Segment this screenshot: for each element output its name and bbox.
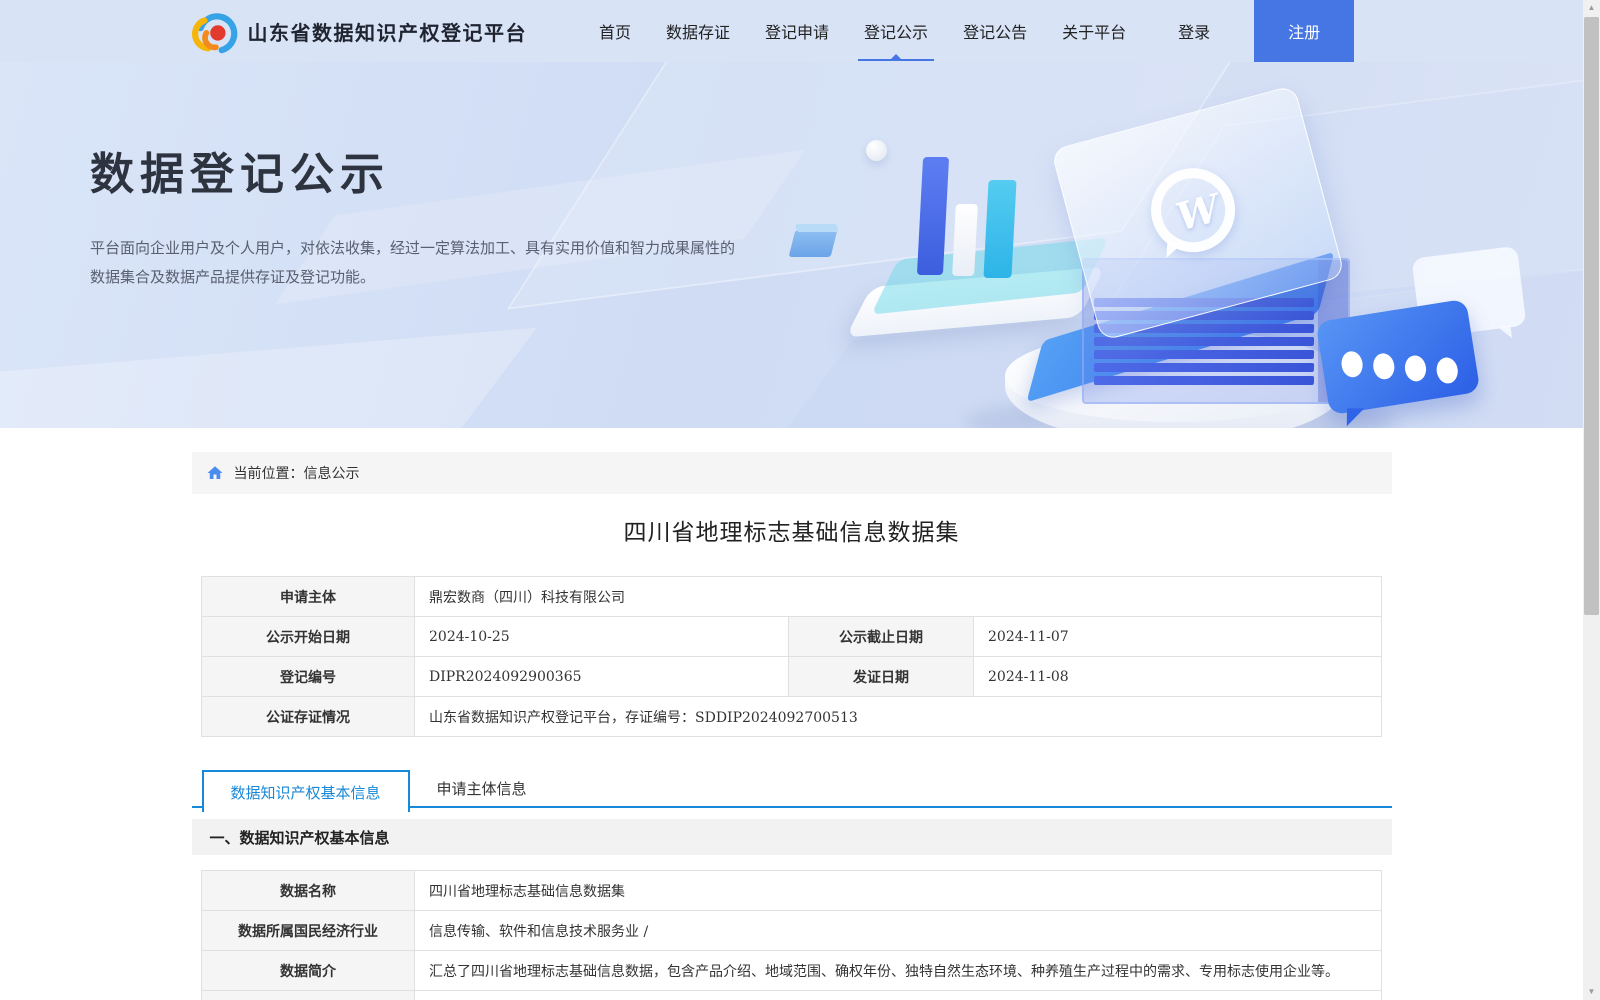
- nav-item-registration-apply[interactable]: 登记申请: [765, 0, 829, 62]
- applicant-label: 申请主体: [201, 576, 415, 617]
- notary-value: 山东省数据知识产权登记平台，存证编号：SDDIP2024092700513: [414, 696, 1382, 737]
- data-summary-label: 数据简介: [201, 950, 415, 991]
- notary-label: 公证存证情况: [201, 696, 415, 737]
- summary-table: 申请主体 鼎宏数商（四川）科技有限公司 公示开始日期 2024-10-25 公示…: [201, 576, 1382, 737]
- hero-description: 平台面向企业用户及个人用户，对依法收集，经过一定算法加工、具有实用价值和智力成果…: [90, 239, 736, 286]
- table-row: 公示开始日期 2024-10-25 公示截止日期 2024-11-07: [201, 616, 1382, 657]
- login-link[interactable]: 登录: [1178, 19, 1210, 43]
- table-row: 公证存证情况 山东省数据知识产权登记平台，存证编号：SDDIP202409270…: [201, 696, 1382, 737]
- tab-applicant-info[interactable]: 申请主体信息: [410, 770, 554, 806]
- table-row: 申请主体 鼎宏数商（四川）科技有限公司: [201, 576, 1382, 617]
- bubble-dot: [1403, 353, 1428, 383]
- register-button[interactable]: 注册: [1254, 0, 1355, 62]
- site-header: 山东省数据知识产权登记平台 首页 数据存证 登记申请 登记公示 登记公告 关于平…: [0, 0, 1583, 62]
- nav-item-data-deposit[interactable]: 数据存证: [666, 0, 730, 62]
- vertical-scrollbar[interactable]: ▲ ▼: [1583, 0, 1600, 1000]
- breadcrumb: 当前位置： 信息公示: [191, 452, 1392, 494]
- bubble-dot: [1339, 349, 1365, 379]
- basic-info-table: 数据名称 四川省地理标志基础信息数据集 数据所属国民经济行业 信息传输、软件和信…: [201, 870, 1382, 1000]
- home-icon[interactable]: [206, 464, 224, 482]
- breadcrumb-current: 信息公示: [303, 465, 360, 481]
- publicity-start-label: 公示开始日期: [201, 616, 415, 657]
- hero-title: 数据登记公示: [90, 149, 390, 200]
- table-row: 数据简介 汇总了四川省地理标志基础信息数据，包含产品介绍、地域范围、确权年份、独…: [201, 950, 1382, 991]
- cube-decor: [788, 230, 838, 257]
- data-summary-value: 汇总了四川省地理标志基础信息数据，包含产品介绍、地域范围、确权年份、独特自然生态…: [414, 950, 1382, 991]
- applicant-value: 鼎宏数商（四川）科技有限公司: [414, 576, 1382, 617]
- scrollbar-thumb[interactable]: [1584, 17, 1599, 615]
- table-row: 数据名称 四川省地理标志基础信息数据集: [201, 870, 1382, 911]
- table-row: 登记编号 DIPR2024092900365 发证日期 2024-11-08: [201, 656, 1382, 697]
- scroll-up-arrow-icon[interactable]: ▲: [1583, 0, 1600, 16]
- scroll-down-arrow-icon[interactable]: ▼: [1583, 984, 1600, 1000]
- table-row-clipped: [201, 990, 1382, 1000]
- nav-item-registration-publicity[interactable]: 登记公示: [858, 0, 935, 62]
- bar-chart-decor: [952, 204, 978, 276]
- bar-chart-decor: [983, 180, 1017, 278]
- table-row: 数据所属国民经济行业 信息传输、软件和信息技术服务业 /: [201, 910, 1382, 951]
- tab-data-ip-basic-info[interactable]: 数据知识产权基本信息: [201, 770, 410, 812]
- bubble-dot: [1434, 355, 1460, 385]
- hero-banner: W 数据登记公示 平台面向企业用户及个人用户，对依法收集，经过一定算法加工、具有…: [0, 62, 1583, 428]
- publicity-start-value: 2024-10-25: [414, 616, 789, 657]
- tab-bar: 数据知识产权基本信息 申请主体信息: [191, 770, 1392, 812]
- issue-date-value: 2024-11-08: [973, 656, 1382, 697]
- data-name-value: 四川省地理标志基础信息数据集: [414, 870, 1382, 911]
- issue-date-label: 发证日期: [788, 656, 974, 697]
- bubble-dot: [1371, 351, 1397, 381]
- main-content: 当前位置： 信息公示 四川省地理标志基础信息数据集 申请主体 鼎宏数商（四川）科…: [0, 428, 1583, 1000]
- breadcrumb-prefix: 当前位置：: [233, 465, 304, 481]
- industry-value: 信息传输、软件和信息技术服务业 /: [414, 910, 1382, 951]
- publicity-end-label: 公示截止日期: [788, 616, 974, 657]
- section-title: 一、数据知识产权基本信息: [191, 819, 1392, 855]
- industry-label: 数据所属国民经济行业: [201, 910, 415, 951]
- registration-no-value: DIPR2024092900365: [414, 656, 789, 697]
- brand-logo-icon: [191, 13, 237, 54]
- registration-no-label: 登记编号: [201, 656, 415, 697]
- brand-title: 山东省数据知识产权登记平台: [247, 22, 527, 45]
- page-title: 四川省地理标志基础信息数据集: [623, 520, 960, 546]
- main-nav: 首页 数据存证 登记申请 登记公示 登记公告 关于平台: [599, 0, 1126, 62]
- nav-item-home[interactable]: 首页: [599, 0, 631, 62]
- nav-item-registration-announcement[interactable]: 登记公告: [963, 0, 1027, 62]
- nav-item-about-platform[interactable]: 关于平台: [1062, 0, 1126, 62]
- publicity-end-value: 2024-11-07: [973, 616, 1382, 657]
- brand: 山东省数据知识产权登记平台: [191, 8, 528, 54]
- data-name-label: 数据名称: [201, 870, 415, 911]
- sphere-decor: [866, 140, 887, 161]
